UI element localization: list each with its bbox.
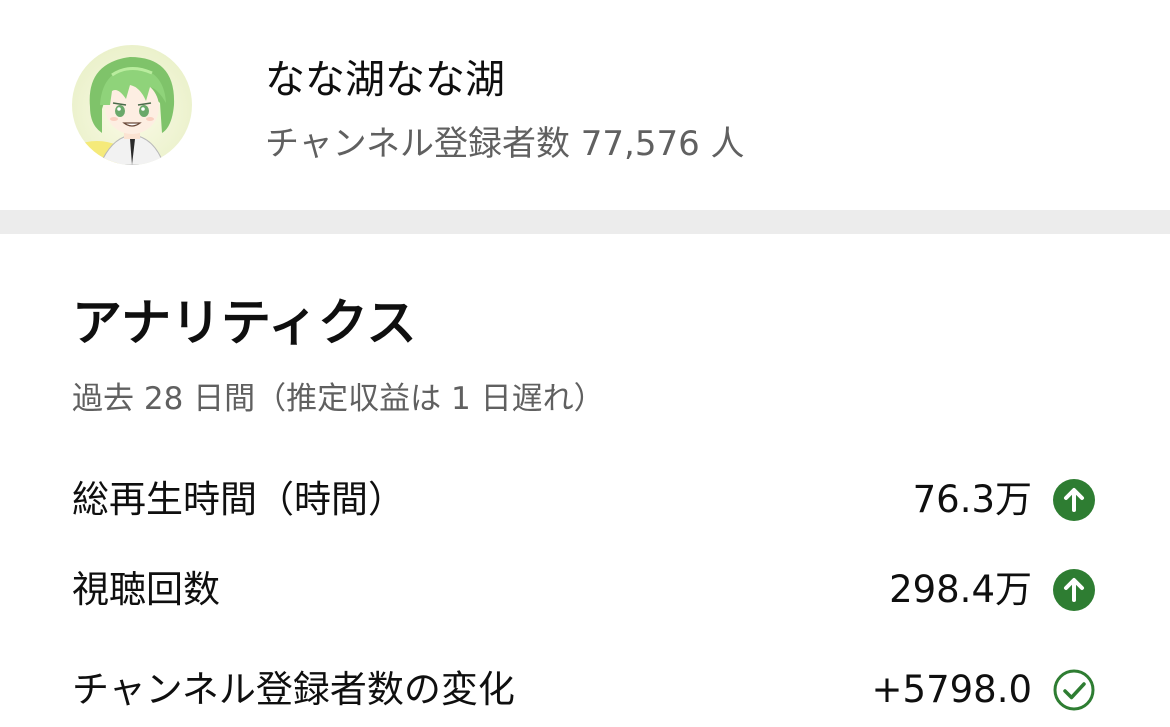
analytics-title: アナリティクス [72,294,417,352]
metric-label: 総再生時間（時間） [72,478,405,521]
arrow-up-circle-icon [1053,569,1095,611]
channel-header: なな湖なな湖 チャンネル登録者数 77,576 人 [0,0,1170,210]
section-divider [0,210,1170,234]
check-circle-icon [1053,669,1095,711]
channel-name: なな湖なな湖 [265,57,505,103]
analytics-card[interactable]: アナリティクス 過去 28 日間（推定収益は 1 日遅れ） 総再生時間（時間） … [0,234,1170,727]
metric-row-views: 視聴回数 298.4万 [72,560,1098,620]
avatar-image [72,45,192,165]
metric-label: チャンネル登録者数の変化 [72,668,515,711]
metric-value: 76.3万 [912,478,1032,521]
analytics-period: 過去 28 日間（推定収益は 1 日遅れ） [72,381,605,417]
channel-avatar[interactable] [72,45,192,165]
metric-value: +5798.0 [871,668,1032,711]
arrow-up-circle-icon [1053,479,1095,521]
metric-value: 298.4万 [889,568,1032,611]
metric-label: 視聴回数 [72,568,220,611]
subscriber-count: チャンネル登録者数 77,576 人 [265,124,745,164]
metric-row-subscriber-change: チャンネル登録者数の変化 +5798.0 [72,660,1098,720]
metric-row-watch-time: 総再生時間（時間） 76.3万 [72,470,1098,530]
